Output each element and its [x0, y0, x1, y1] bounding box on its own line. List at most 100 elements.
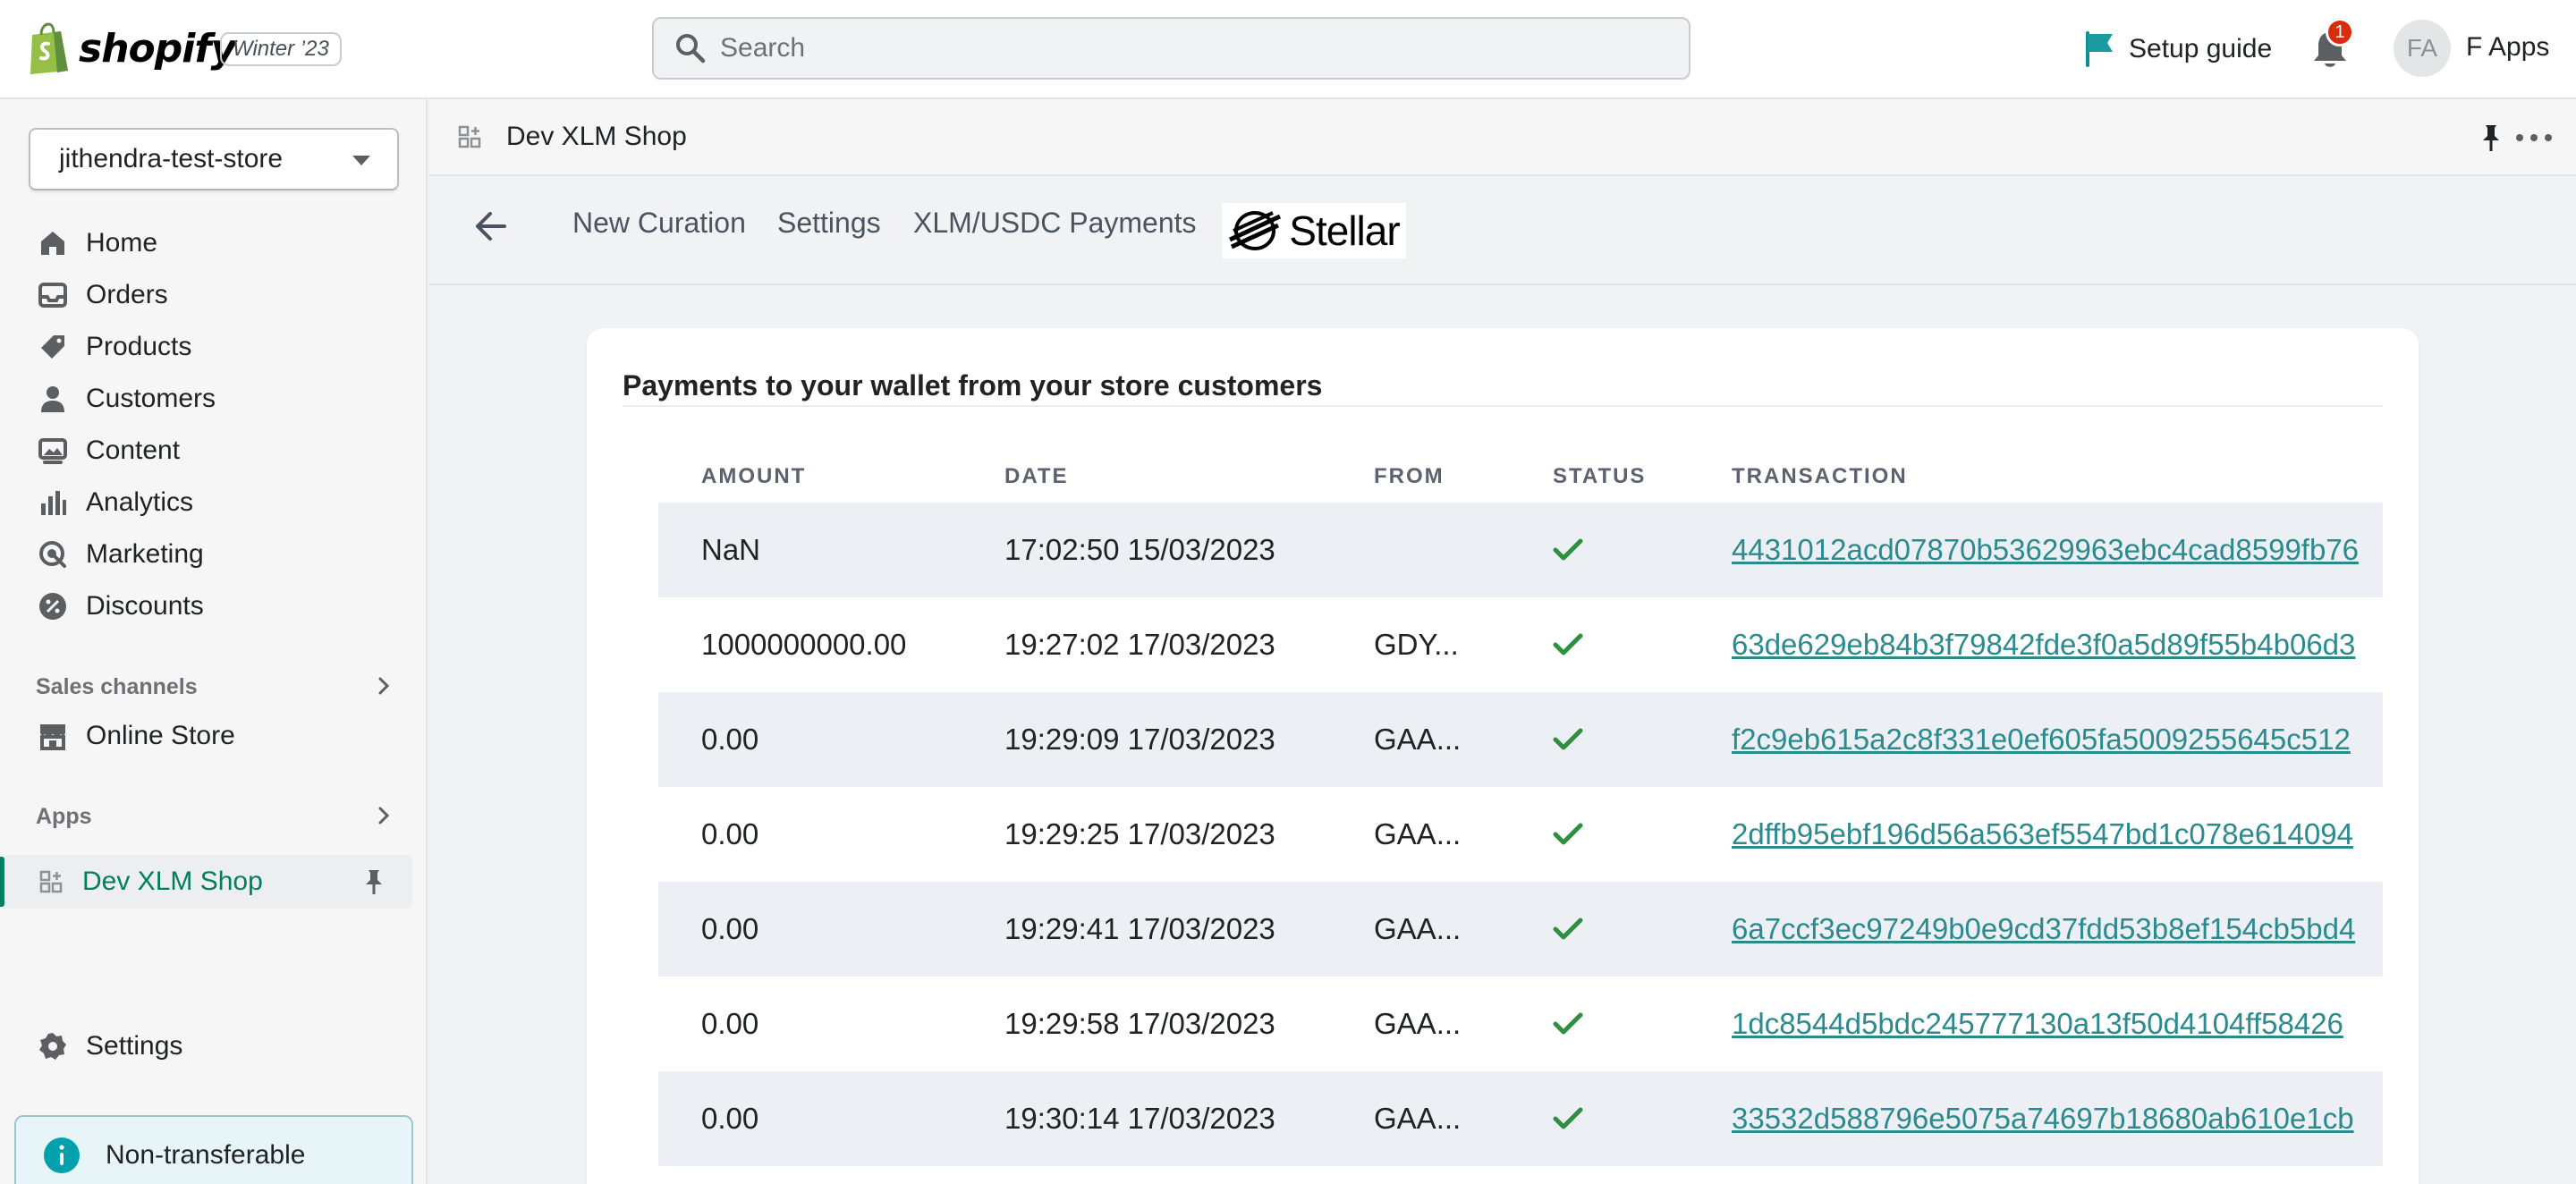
card-title: Payments to your wallet from your store …: [623, 369, 1323, 402]
amount-cell: 0.00: [701, 912, 759, 945]
pin-icon[interactable]: [2478, 123, 2504, 153]
more-actions-icon[interactable]: [2516, 123, 2552, 153]
from-cell: GAA...: [1374, 1102, 1462, 1135]
column-header-transaction: TRANSACTION: [1732, 464, 1908, 488]
sidebar-item-home[interactable]: Home: [29, 217, 413, 269]
sidebar-item-label: Home: [86, 228, 158, 258]
settings-nav: Settings: [29, 1020, 413, 1072]
sidebar-item-label: Online Store: [86, 721, 235, 750]
sidebar-item-label: Orders: [86, 280, 168, 309]
table-row: 0.00 19:29:41 17/03/2023 GAA... 6a7ccf3e…: [658, 882, 2383, 977]
search-icon: [676, 34, 706, 63]
check-icon: [1553, 1107, 1583, 1129]
search-input[interactable]: [720, 33, 1614, 63]
tab-new-curation[interactable]: New Curation: [572, 207, 746, 240]
setup-guide-button[interactable]: Setup guide: [2084, 27, 2272, 72]
arrow-left-icon: [476, 212, 506, 241]
date-cell: 19:29:41 17/03/2023: [1004, 912, 1275, 945]
top-bar: shopify Winter ’23 Setup guide 1 FA F Ap…: [0, 0, 2576, 99]
from-cell: GAA...: [1374, 723, 1462, 756]
image-icon: [38, 436, 68, 466]
sidebar-item-label: Content: [86, 436, 181, 465]
sales-channels-section[interactable]: Sales channels: [36, 667, 394, 706]
sidebar-item-marketing[interactable]: Marketing: [29, 529, 413, 580]
amount-cell: 0.00: [701, 1007, 759, 1040]
sidebar-item-products[interactable]: Products: [29, 321, 413, 373]
table-row: 1000000000.00 19:27:02 17/03/2023 GDY...…: [658, 597, 2383, 692]
stellar-wordmark: Stellar: [1289, 207, 1400, 254]
transaction-link[interactable]: 4431012acd07870b53629963ebc4cad8599fb76: [1732, 533, 2359, 567]
check-icon: [1553, 823, 1583, 845]
check-icon: [1553, 538, 1583, 561]
sidebar-item-customers[interactable]: Customers: [29, 373, 413, 425]
sidebar-item-label: Settings: [86, 1031, 183, 1061]
table-row: 0.00 19:30:14 17/03/2023 GAA... 33532d58…: [658, 1071, 2383, 1166]
table-row: NaN 17:02:50 15/03/2023 4431012acd07870b…: [658, 503, 2383, 597]
column-header-date: DATE: [1004, 464, 1069, 488]
chevron-right-icon: [378, 807, 390, 825]
shopify-logo[interactable]: shopify: [27, 21, 236, 75]
payments-card: Payments to your wallet from your store …: [587, 328, 2419, 1184]
pin-icon[interactable]: [360, 867, 387, 896]
sidebar-item-content[interactable]: Content: [29, 425, 413, 477]
check-icon: [1553, 918, 1583, 940]
sidebar-item-discounts[interactable]: Discounts: [29, 580, 413, 632]
apps-section[interactable]: Apps: [36, 797, 394, 836]
sidebar-item-label: Dev XLM Shop: [82, 867, 263, 896]
date-cell: 17:02:50 15/03/2023: [1004, 533, 1275, 566]
main-area: Dev XLM Shop New Curation Settings XLM/U…: [429, 99, 2576, 1184]
notice-text: Non-transferable: [106, 1140, 306, 1170]
person-icon: [38, 384, 68, 414]
from-cell: GAA...: [1374, 817, 1462, 850]
target-icon: [38, 539, 68, 570]
store-selector[interactable]: jithendra-test-store: [29, 128, 399, 190]
check-icon: [1553, 1012, 1583, 1035]
info-icon: [44, 1137, 80, 1173]
payments-table: AMOUNT DATE FROM STATUS TRANSACTION NaN …: [658, 444, 2383, 1184]
table-row: 0.00 19:29:25 17/03/2023 GAA... 2dffb95e…: [658, 787, 2383, 882]
sidebar-item-online-store[interactable]: Online Store: [29, 710, 413, 762]
home-icon: [38, 228, 68, 258]
flag-icon: [2086, 31, 2113, 67]
table-row: 0.00 19:29:09 17/03/2023 GAA... f2c9eb61…: [658, 692, 2383, 787]
caret-down-icon: [352, 156, 370, 165]
non-transferable-notice[interactable]: Non-transferable: [14, 1115, 413, 1184]
sidebar-item-label: Customers: [86, 384, 216, 413]
sales-channels-label: Sales channels: [36, 673, 198, 699]
user-name[interactable]: F Apps: [2466, 32, 2549, 63]
amount-cell: 1000000000.00: [701, 628, 907, 661]
app-header: Dev XLM Shop: [429, 99, 2576, 176]
amount-cell: NaN: [701, 533, 761, 566]
gear-icon: [38, 1031, 68, 1061]
date-cell: 19:29:09 17/03/2023: [1004, 723, 1275, 756]
back-button[interactable]: [465, 201, 515, 251]
discount-icon: [38, 591, 68, 622]
search-bar[interactable]: [652, 17, 1690, 80]
tab-settings[interactable]: Settings: [777, 207, 881, 240]
orders-icon: [38, 280, 68, 310]
date-cell: 19:30:14 17/03/2023: [1004, 1102, 1275, 1135]
table-header: AMOUNT DATE FROM STATUS TRANSACTION: [658, 444, 2383, 498]
setup-guide-label: Setup guide: [2129, 34, 2273, 63]
transaction-link[interactable]: 2dffb95ebf196d56a563ef5547bd1c078e614094: [1732, 817, 2353, 851]
sidebar-item-orders[interactable]: Orders: [29, 269, 413, 321]
date-cell: 19:27:02 17/03/2023: [1004, 628, 1275, 661]
transaction-link[interactable]: 63de629eb84b3f79842fde3f0a5d89f55b4b06d3: [1732, 628, 2355, 662]
transaction-link[interactable]: 33532d588796e5075a74697b18680ab610e1cb: [1732, 1102, 2354, 1136]
transaction-link[interactable]: f2c9eb615a2c8f331e0ef605fa5009255645c512: [1732, 723, 2351, 757]
avatar[interactable]: FA: [2394, 20, 2451, 77]
shopify-wordmark: shopify: [79, 25, 236, 72]
apps-label: Apps: [36, 803, 92, 829]
primary-nav: Home Orders Products Customers Content A…: [29, 217, 413, 632]
transaction-link[interactable]: 6a7ccf3ec97249b0e9cd37fdd53b8ef154cb5bd4: [1732, 912, 2355, 946]
sidebar-item-dev-xlm-shop[interactable]: Dev XLM Shop: [0, 855, 412, 909]
sales-channels-nav: Online Store: [29, 710, 413, 762]
stellar-logo-icon: [1229, 211, 1282, 250]
transaction-link[interactable]: 1dc8544d5bdc245777130a13f50d4104ff58426: [1732, 1007, 2343, 1041]
from-cell: GAA...: [1374, 1007, 1462, 1040]
amount-cell: 0.00: [701, 1102, 759, 1135]
sidebar: jithendra-test-store Home Orders Product…: [0, 99, 428, 1184]
sidebar-item-settings[interactable]: Settings: [29, 1020, 413, 1072]
sidebar-item-analytics[interactable]: Analytics: [29, 477, 413, 529]
tab-xlm-usdc-payments[interactable]: XLM/USDC Payments: [913, 207, 1197, 240]
